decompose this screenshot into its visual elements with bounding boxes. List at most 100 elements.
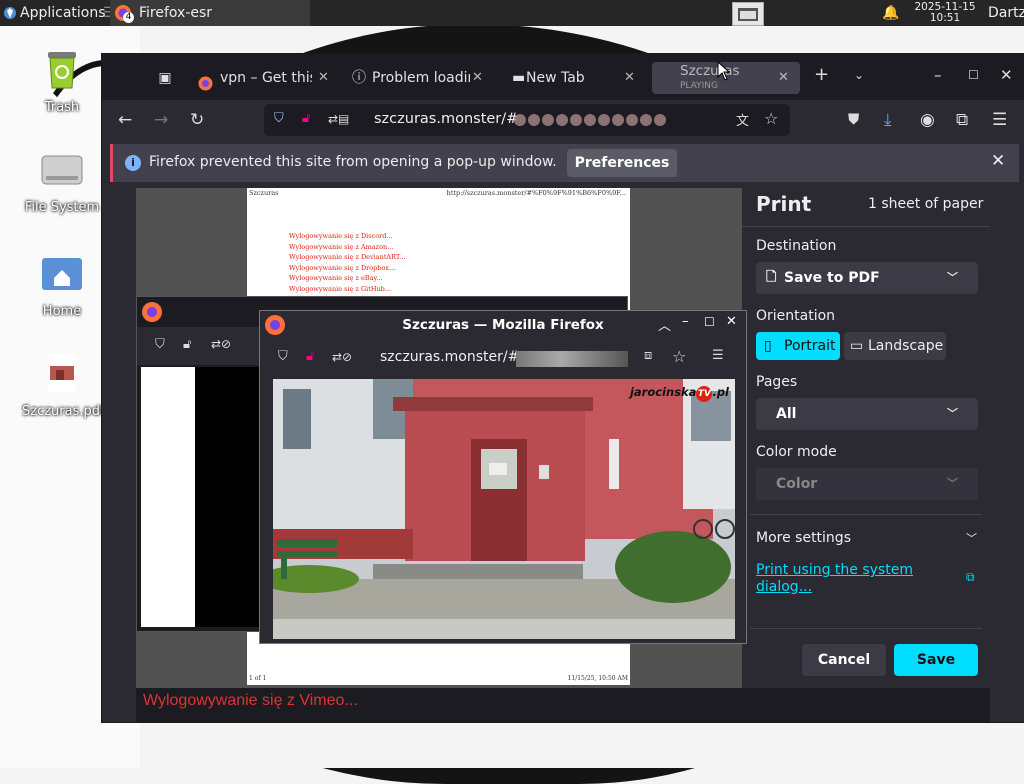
workspace-icon[interactable] xyxy=(732,2,764,26)
page-footer-date: 11/15/25, 10:50 AM xyxy=(567,675,628,682)
tab-close-icon[interactable]: ✕ xyxy=(778,62,789,94)
pdf-file-icon: 🗋︎ xyxy=(766,270,777,285)
maximize-icon[interactable]: ☐ xyxy=(704,315,715,329)
landscape-button[interactable]: ▭ Landscape xyxy=(844,332,946,360)
video-frame[interactable]: jarocinskaTV.pl xyxy=(273,379,735,639)
print-settings-panel: Print 1 sheet of paper Destination 🗋︎ Sa… xyxy=(742,188,990,688)
print-title: Print xyxy=(756,192,812,216)
popup-blocked-bar: i Firefox prevented this site from openi… xyxy=(110,144,1019,182)
home-label: Home xyxy=(42,304,82,319)
pages-label: Pages xyxy=(756,374,798,390)
permissions-icon[interactable]: ⇄▤ xyxy=(328,112,349,126)
popup-blocked-message: Firefox prevented this site from opening… xyxy=(149,154,557,170)
portrait-label: Portrait xyxy=(784,338,836,354)
extensions-icon[interactable]: ⧉ xyxy=(956,110,968,130)
insecure-lock-icon[interactable]: 🔓︎ xyxy=(302,111,310,126)
shield-icon[interactable]: ⛉ xyxy=(278,349,288,364)
top-panel: Applications ☰ 4 Firefox-esr 🔔 2025-11-1… xyxy=(0,0,1024,26)
tab-label: New Tab xyxy=(526,70,585,86)
portrait-button[interactable]: ▯ Portrait xyxy=(756,332,840,360)
page-footer-count: 1 of 1 xyxy=(249,675,267,682)
maximize-icon[interactable]: ☐ xyxy=(968,68,979,82)
more-settings-toggle[interactable]: More settings xyxy=(756,530,851,546)
landscape-icon: ▭ xyxy=(850,338,864,354)
permissions-icon[interactable]: ⇄⊘ xyxy=(332,350,352,364)
tracking-shield-icon[interactable]: ⛉ xyxy=(274,111,284,126)
external-link-icon[interactable]: ⧉ xyxy=(966,570,975,585)
watermark-tv: TV xyxy=(696,386,713,402)
close-window-icon[interactable]: ✕ xyxy=(1000,66,1013,84)
page-header-url: http://szczuras.monster/#%F0%9F%91%B6%F0… xyxy=(446,189,626,197)
desktop-icon-home[interactable]: Home xyxy=(22,250,102,319)
tab-problem-loading[interactable]: ⓘ Problem loadin ✕ xyxy=(352,62,488,94)
tab-playing-label: PLAYING xyxy=(680,81,718,91)
taskbar-firefox[interactable]: 4 Firefox-esr xyxy=(110,0,310,26)
system-dialog-link[interactable]: Print using the system dialog... xyxy=(756,562,926,596)
list-all-tabs-chevron-icon[interactable]: ⌄ xyxy=(854,68,864,82)
url-emoji-fragment xyxy=(514,114,668,130)
close-icon[interactable]: ✕ xyxy=(726,314,737,329)
translate-icon[interactable]: 文 xyxy=(736,110,749,129)
save-button[interactable]: Save xyxy=(894,644,978,676)
portrait-icon: ▯ xyxy=(764,338,772,354)
user-menu[interactable]: Dartz xyxy=(988,0,1024,26)
logout-link: Wylogowywanie się z eBay... xyxy=(289,274,383,282)
color-mode-select[interactable]: Color ﹀ xyxy=(756,468,978,500)
logout-link: Wylogowywanie się z Discord... xyxy=(289,232,393,240)
shield-icon[interactable]: ⛉ xyxy=(155,337,165,352)
pages-select[interactable]: All ﹀ xyxy=(756,398,978,430)
minimize-icon[interactable]: – xyxy=(682,314,689,329)
minimize-icon[interactable]: – xyxy=(934,66,942,84)
tab-close-icon[interactable]: ✕ xyxy=(472,62,483,94)
chevron-down-icon[interactable]: ﹀ xyxy=(966,530,977,546)
preferences-button[interactable]: Preferences xyxy=(567,149,677,177)
bookmark-star-icon[interactable]: ☆ xyxy=(764,109,778,128)
pdf-thumbnail-icon xyxy=(22,350,102,400)
chevron-up-icon[interactable]: ︿ xyxy=(658,315,671,334)
reload-icon[interactable]: ↻ xyxy=(190,110,204,130)
account-icon[interactable]: ◉ xyxy=(920,110,935,130)
applications-menu[interactable]: Applications xyxy=(20,0,106,26)
lock-icon[interactable]: 🔓︎ xyxy=(306,349,314,364)
tab-list-icon[interactable]: ▣ xyxy=(152,62,178,94)
orientation-label: Orientation xyxy=(756,308,836,324)
desktop-icon-pdf[interactable]: Szczuras.pdf xyxy=(22,350,105,419)
tab-vpn[interactable]: vpn – Get this ✕ xyxy=(196,62,340,94)
tab-new-tab[interactable]: ▬ New Tab ✕ xyxy=(510,62,640,94)
building-photo xyxy=(273,379,735,639)
bookmark-star-icon[interactable]: ☆ xyxy=(672,347,686,366)
new-tab-favicon-icon: ▬ xyxy=(512,70,526,86)
new-tab-plus-icon[interactable]: + xyxy=(814,64,829,85)
close-notification-icon[interactable]: ✕ xyxy=(991,151,1005,171)
info-favicon-icon: ⓘ xyxy=(352,70,366,86)
lock-icon[interactable]: 🔓︎ xyxy=(183,337,191,352)
permissions-icon[interactable]: ⇄⊘ xyxy=(211,337,231,351)
clock[interactable]: 2025-11-15 10:51 xyxy=(910,2,980,28)
url-bar[interactable]: ⛉ 🔓︎ ⇄▤ szczuras.monster/# 文 ☆ xyxy=(264,104,790,136)
pocket-icon[interactable]: ⛊ xyxy=(848,110,859,128)
notification-bell-icon[interactable]: 🔔 xyxy=(882,0,899,26)
destination-select[interactable]: 🗋︎ Save to PDF ﹀ xyxy=(756,262,978,294)
applications-icon[interactable] xyxy=(2,0,18,26)
desktop-icon-file-system[interactable]: File System xyxy=(22,148,102,215)
logout-link: Wylogowywanie się z Amazon... xyxy=(289,243,394,251)
cancel-button[interactable]: Cancel xyxy=(802,644,886,676)
tab-close-icon[interactable]: ✕ xyxy=(624,62,635,94)
tab-close-icon[interactable]: ✕ xyxy=(318,62,329,94)
tab-strip: ▣ vpn – Get this ✕ ⓘ Problem loadin ✕ ▬ … xyxy=(102,54,1024,100)
app-menu-icon[interactable]: ☰ xyxy=(992,110,1007,130)
app-menu-icon[interactable]: ☰ xyxy=(712,348,724,363)
trash-icon xyxy=(22,44,102,96)
desktop-icon-trash[interactable]: Trash xyxy=(22,44,102,115)
tab-label: Problem loadin xyxy=(372,70,470,86)
popup-window-front[interactable]: Szczuras — Mozilla Firefox ︿ – ☐ ✕ ⛉ 🔓︎ … xyxy=(259,310,747,644)
back-arrow-icon[interactable]: ← xyxy=(118,110,132,130)
chevron-down-icon: ﹀ xyxy=(947,477,958,490)
task-title: Firefox-esr xyxy=(139,5,213,21)
forward-arrow-icon[interactable]: → xyxy=(154,110,168,130)
picture-in-picture-icon[interactable]: ⧈ xyxy=(644,348,652,363)
chevron-down-icon: ﹀ xyxy=(947,271,958,284)
home-folder-icon xyxy=(22,250,102,300)
downloads-icon[interactable]: ⤓ xyxy=(884,110,892,130)
landscape-label: Landscape xyxy=(868,338,944,354)
